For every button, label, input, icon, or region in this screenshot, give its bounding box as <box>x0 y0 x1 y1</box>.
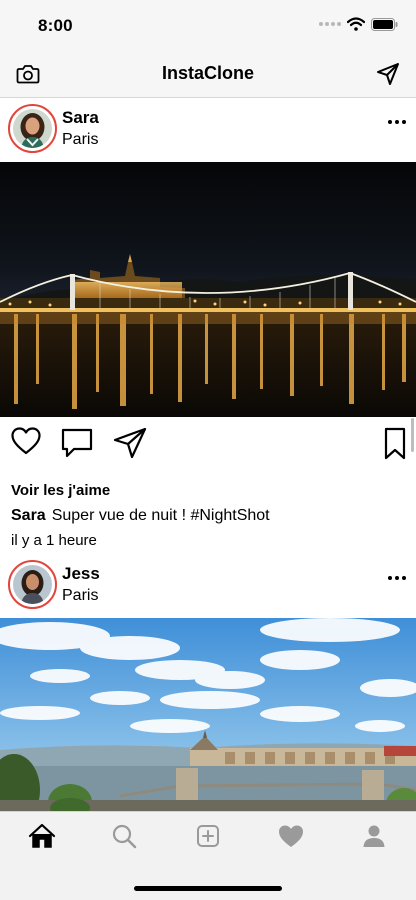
share-icon[interactable] <box>113 427 147 459</box>
post-card: Sara Paris Voir les j'aime Sara Super vu… <box>0 98 416 553</box>
post-location[interactable]: Paris <box>62 131 98 149</box>
post-username[interactable]: Sara <box>62 108 99 128</box>
view-likes-link[interactable]: Voir les j'aime <box>0 479 416 503</box>
wifi-icon <box>347 17 365 31</box>
post-header: Sara Paris <box>0 98 416 162</box>
nav-bar: InstaClone <box>0 50 416 98</box>
post-header: Jess Paris <box>0 554 416 618</box>
tab-add-post[interactable] <box>193 821 223 851</box>
comment-icon[interactable] <box>60 427 94 459</box>
app-title: InstaClone <box>161 63 254 83</box>
like-icon[interactable] <box>11 427 41 455</box>
post-location[interactable]: Paris <box>62 587 98 605</box>
more-options-icon[interactable] <box>388 576 406 580</box>
home-indicator[interactable] <box>134 886 282 891</box>
tab-home[interactable] <box>27 821 57 851</box>
home-icon <box>28 823 56 848</box>
tab-activity[interactable] <box>276 821 306 851</box>
status-bar: 8:00 <box>0 0 416 50</box>
battery-icon <box>371 17 398 31</box>
add-post-icon <box>197 825 219 847</box>
post-card: Jess Paris <box>0 554 416 811</box>
tab-profile[interactable] <box>359 821 389 851</box>
caption-text: Super vue de nuit ! #NightShot <box>51 507 270 524</box>
profile-icon <box>363 825 385 847</box>
avatar-photo <box>13 565 52 604</box>
post-caption: Sara Super vue de nuit ! #NightShot <box>0 503 416 528</box>
status-icons <box>319 17 398 31</box>
feed[interactable]: Sara Paris Voir les j'aime Sara Super vu… <box>0 98 416 811</box>
caption-username[interactable]: Sara <box>11 507 46 524</box>
post-image[interactable] <box>0 618 416 811</box>
bookmark-icon[interactable] <box>383 427 407 461</box>
status-time: 8:00 <box>38 16 73 35</box>
tab-search[interactable] <box>109 821 139 851</box>
avatar-photo <box>13 109 52 148</box>
tab-bar <box>0 811 416 900</box>
avatar[interactable] <box>8 104 57 153</box>
more-options-icon[interactable] <box>388 120 406 124</box>
post-image[interactable] <box>0 162 416 417</box>
post-username[interactable]: Jess <box>62 564 100 584</box>
post-timestamp: il y a 1 heure <box>11 532 97 549</box>
search-icon <box>112 824 137 849</box>
heart-icon <box>279 825 303 847</box>
avatar[interactable] <box>8 560 57 609</box>
send-icon[interactable] <box>376 62 400 86</box>
cellular-signal-icon <box>319 22 341 26</box>
scroll-indicator[interactable] <box>411 418 414 452</box>
post-actions <box>0 417 416 473</box>
